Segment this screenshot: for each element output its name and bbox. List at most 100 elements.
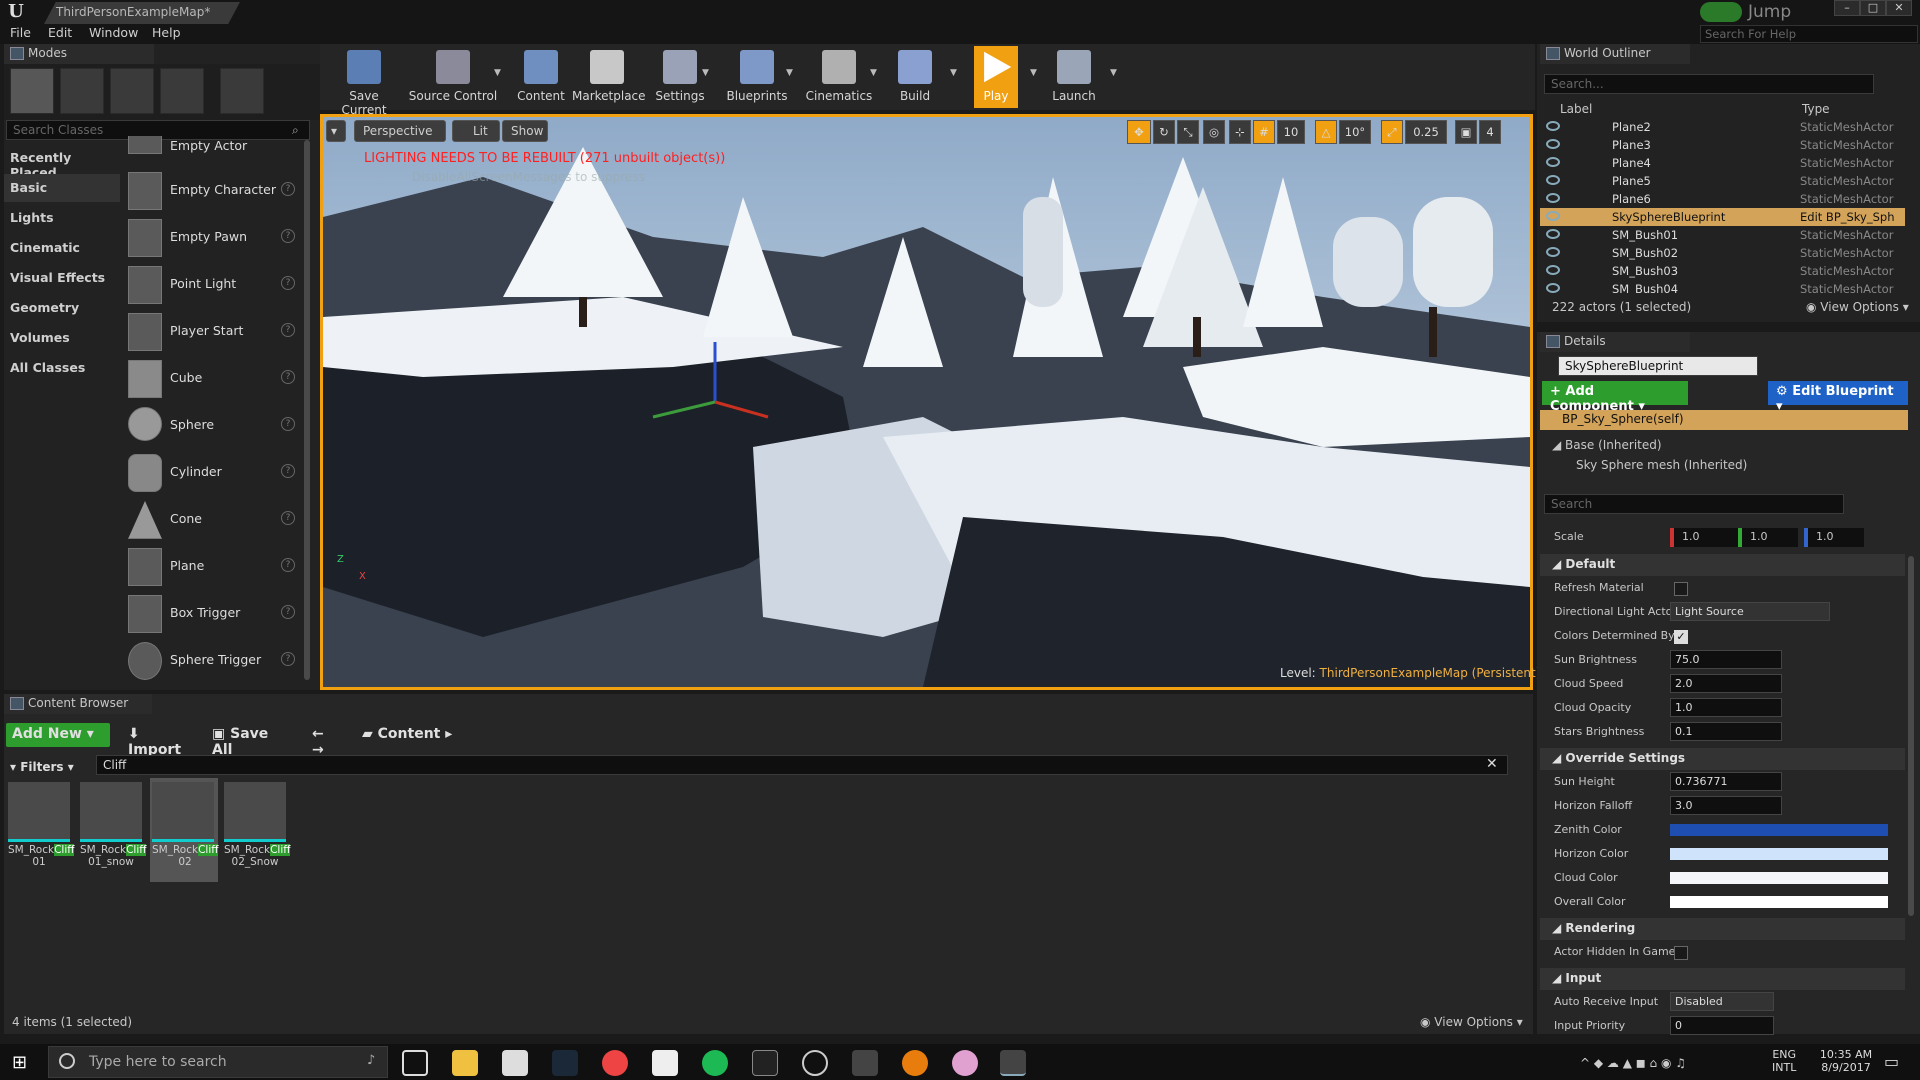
outliner-row[interactable]: Plane6 StaticMeshActor	[1540, 190, 1905, 208]
outliner-row[interactable]: Plane2 StaticMeshActor	[1540, 118, 1905, 136]
auto-receive-input-dropdown[interactable]: Disabled	[1670, 992, 1774, 1011]
overall-color-swatch[interactable]	[1670, 896, 1888, 908]
play-button[interactable]: Play	[974, 46, 1018, 108]
scale-label[interactable]: Scale	[1554, 530, 1584, 543]
grid-size-value[interactable]: 10	[1277, 120, 1305, 144]
chevron-down-icon[interactable]: ▼	[702, 68, 709, 78]
column-type[interactable]: Type	[1802, 102, 1830, 116]
category-cinematic[interactable]: Cinematic	[4, 234, 120, 262]
app-icon[interactable]	[802, 1050, 828, 1076]
place-plane[interactable]: Plane?	[124, 544, 300, 590]
details-scrollbar[interactable]	[1908, 556, 1914, 916]
place-sphere-trigger[interactable]: Sphere Trigger?	[124, 638, 300, 684]
section-input[interactable]: ◢ Input	[1540, 968, 1905, 990]
outliner-row[interactable]: Plane3 StaticMeshActor	[1540, 136, 1905, 154]
foliage-mode-icon[interactable]	[160, 68, 204, 114]
sun-brightness-field[interactable]: 75.0	[1670, 650, 1782, 669]
cloud-opacity-field[interactable]: 1.0	[1670, 698, 1782, 717]
place-cube[interactable]: Cube?	[124, 356, 300, 402]
category-geometry[interactable]: Geometry	[4, 294, 120, 322]
level-viewport[interactable]: Z X	[320, 114, 1533, 690]
category-all-classes[interactable]: All Classes	[4, 354, 120, 382]
help-icon[interactable]: ?	[281, 464, 295, 478]
asset-tile-selected[interactable]: SM_RockCliff 02	[150, 778, 219, 882]
outliner-row[interactable]: SM_Bush02 StaticMeshActor	[1540, 244, 1905, 262]
horizon-color-swatch[interactable]	[1670, 848, 1888, 860]
landscape-mode-icon[interactable]	[110, 68, 154, 114]
help-icon[interactable]: ?	[281, 182, 295, 196]
unreal-editor-icon[interactable]	[1000, 1050, 1026, 1076]
viewport-options-button[interactable]: ▾	[326, 120, 346, 142]
place-cone[interactable]: Cone?	[124, 497, 300, 543]
scale-snap-icon[interactable]: ⤢	[1381, 120, 1403, 144]
menu-window[interactable]: Window	[89, 25, 138, 40]
cb-view-options[interactable]: ◉ View Options ▾	[1420, 1015, 1523, 1029]
world-icon[interactable]: ◎	[1203, 120, 1225, 144]
scale-snap-value[interactable]: 0.25	[1405, 120, 1447, 144]
add-component-button[interactable]: + Add Component ▾	[1542, 381, 1688, 414]
chrome-icon[interactable]	[602, 1050, 628, 1076]
directional-light-dropdown[interactable]: Light Source	[1670, 602, 1830, 621]
spotify-icon[interactable]	[702, 1050, 728, 1076]
scale-icon[interactable]: ⤡	[1177, 120, 1199, 144]
source-control-button[interactable]: Source Control	[406, 46, 500, 108]
minimize-button[interactable]: –	[1834, 0, 1860, 16]
cloud-color-swatch[interactable]	[1670, 872, 1888, 884]
help-search-input[interactable]: Search For Help	[1700, 25, 1918, 43]
geometry-mode-icon[interactable]	[220, 68, 264, 114]
grid-snap-icon[interactable]: #	[1253, 120, 1275, 144]
place-empty-actor[interactable]: Empty Actor	[124, 136, 300, 160]
menu-file[interactable]: File	[10, 25, 31, 40]
lit-button[interactable]: Lit	[452, 120, 500, 142]
rotation-snap-icon[interactable]: △	[1315, 120, 1337, 144]
content-browser-tab[interactable]: Content Browser	[4, 694, 152, 714]
scale-y-field[interactable]: 1.0	[1738, 528, 1798, 547]
camera-speed-icon[interactable]: ▣	[1455, 120, 1477, 144]
add-new-button[interactable]: Add New ▾	[6, 723, 110, 747]
path-breadcrumb[interactable]: ▰ Content ▸	[356, 723, 466, 747]
blender-icon[interactable]	[902, 1050, 928, 1076]
notifications-icon[interactable]: ▭	[1884, 1052, 1899, 1071]
chevron-down-icon[interactable]: ▼	[870, 68, 877, 78]
world-outliner-tab[interactable]: World Outliner	[1540, 44, 1690, 64]
place-sphere[interactable]: Sphere?	[124, 403, 300, 449]
asset-tile[interactable]: SM_RockCliff 01	[8, 782, 75, 882]
jump-label[interactable]: Jump	[1748, 2, 1791, 22]
surface-snap-icon[interactable]: ⊹	[1229, 120, 1251, 144]
outliner-row[interactable]: Plane5 StaticMeshActor	[1540, 172, 1905, 190]
paint-mode-icon[interactable]	[60, 68, 104, 114]
asset-tile[interactable]: SM_RockCliff 02_Snow	[224, 782, 291, 882]
rotate-icon[interactable]: ↻	[1153, 120, 1175, 144]
category-basic[interactable]: Basic	[4, 174, 120, 202]
taskbar-search[interactable]: Type here to search ♪	[48, 1046, 388, 1078]
outliner-row[interactable]: Plane4 StaticMeshActor	[1540, 154, 1905, 172]
windows-start-icon[interactable]: ⊞	[12, 1052, 32, 1073]
maximize-button[interactable]: □	[1860, 0, 1886, 16]
help-icon[interactable]: ?	[281, 370, 295, 384]
help-icon[interactable]: ?	[281, 558, 295, 572]
help-icon[interactable]: ?	[281, 605, 295, 619]
sun-height-field[interactable]: 0.736771	[1670, 772, 1782, 791]
outliner-search-input[interactable]: Search...	[1544, 74, 1874, 94]
clear-search-icon[interactable]: ✕	[1486, 756, 1498, 772]
zenith-color-swatch[interactable]	[1670, 824, 1888, 836]
help-icon[interactable]: ?	[281, 276, 295, 290]
input-priority-field[interactable]: 0	[1670, 1016, 1774, 1035]
task-view-icon[interactable]	[402, 1050, 428, 1076]
save-all-button[interactable]: ▣ Save All	[206, 723, 298, 758]
file-explorer-icon[interactable]	[452, 1050, 478, 1076]
details-tab[interactable]: Details	[1540, 332, 1690, 352]
category-volumes[interactable]: Volumes	[4, 324, 120, 352]
category-lights[interactable]: Lights	[4, 204, 120, 232]
horizon-falloff-field[interactable]: 3.0	[1670, 796, 1782, 815]
outliner-row-selected[interactable]: SkySphereBlueprint Edit BP_Sky_Sph	[1540, 208, 1905, 226]
save-current-button[interactable]: Save Current	[326, 46, 402, 117]
place-box-trigger[interactable]: Box Trigger?	[124, 591, 300, 637]
modes-tab[interactable]: Modes	[4, 44, 154, 64]
outliner-row[interactable]: SM_Bush03 StaticMeshActor	[1540, 262, 1905, 280]
help-icon[interactable]: ?	[281, 652, 295, 666]
clock[interactable]: 10:35 AM 8/9/2017	[1814, 1048, 1878, 1074]
section-rendering[interactable]: ◢ Rendering	[1540, 918, 1905, 940]
outliner-row[interactable]: SM_Bush04 StaticMeshActor	[1540, 280, 1905, 294]
colors-determined-checkbox[interactable]: ✓	[1674, 630, 1688, 644]
